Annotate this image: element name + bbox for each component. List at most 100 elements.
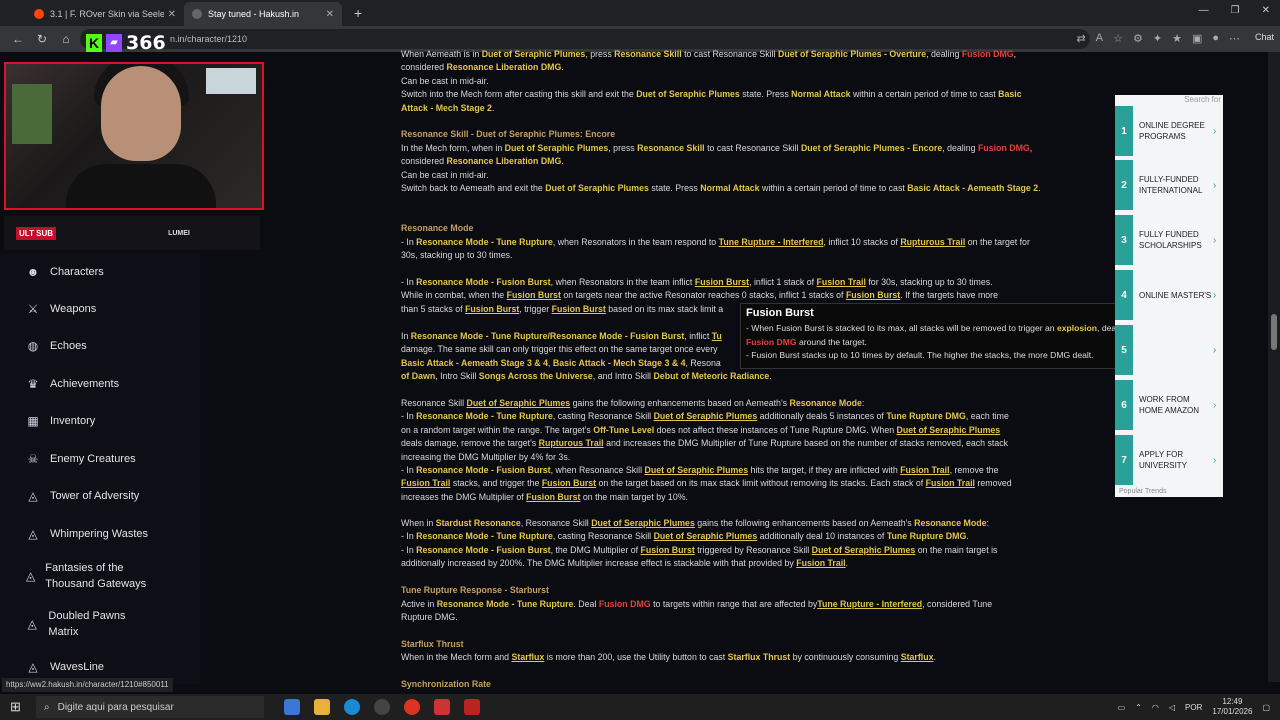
keyword[interactable]: Duet of Seraphic Plumes	[654, 531, 758, 541]
sidebar-item-pawns[interactable]: ◬ Doubled Pawns Matrix	[26, 608, 146, 640]
sidebar-item-inventory[interactable]: ▦ Inventory	[26, 413, 95, 429]
keyword[interactable]: Tu	[712, 331, 722, 341]
minimize-icon[interactable]: —	[1199, 5, 1209, 16]
text-segment: than 5 stacks of	[401, 303, 466, 314]
text-segment: .	[769, 371, 772, 382]
app-icon[interactable]	[434, 699, 450, 715]
keyword[interactable]: Duet of Seraphic Plumes	[897, 425, 1001, 435]
new-tab-button[interactable]: +	[354, 5, 362, 21]
keyword[interactable]: Starflux	[901, 652, 934, 662]
player-icon[interactable]	[404, 699, 420, 715]
keyword[interactable]: Fusion Trail	[401, 478, 450, 488]
keyword[interactable]: Fusion Burst	[526, 492, 580, 502]
keyword[interactable]: Fusion Trail	[796, 558, 845, 568]
keyword: Duet of Seraphic Plumes	[545, 183, 649, 194]
volume-icon[interactable]: ◁	[1169, 703, 1175, 712]
settings-icon[interactable]	[374, 699, 390, 715]
keyword[interactable]: Fusion Burst	[552, 304, 606, 314]
maximize-icon[interactable]: ❐	[1231, 5, 1240, 16]
keyword[interactable]: Fusion Trail	[926, 478, 975, 488]
chevron-up-icon[interactable]: ⌃	[1135, 703, 1142, 712]
text-segment: .	[491, 102, 495, 113]
keyword[interactable]: Starflux	[512, 652, 545, 662]
sidebar-item-echoes[interactable]: ◍ Echoes	[26, 338, 87, 354]
edge-icon[interactable]	[344, 699, 360, 715]
ad-item[interactable]: 1 ONLINE DEGREE PROGRAMS ›	[1115, 106, 1223, 156]
windows-start-icon[interactable]: ⊞	[10, 699, 24, 715]
keyword[interactable]: Duet of Seraphic Plumes	[591, 518, 695, 528]
globe-icon	[192, 9, 202, 19]
keyword[interactable]: Tune Rupture - Interfered	[817, 599, 922, 609]
network-icon[interactable]: ▭	[1118, 703, 1126, 712]
sidebar-item-enemy-creatures[interactable]: ☠ Enemy Creatures	[26, 451, 136, 467]
text-segment: Rupture DMG.	[401, 612, 458, 623]
close-window-icon[interactable]: ✕	[1262, 5, 1270, 16]
keyword[interactable]: Fusion Burst	[507, 290, 561, 300]
clock[interactable]: 12:49 17/01/2026	[1212, 697, 1252, 717]
keyword[interactable]: Fusion Burst	[465, 304, 519, 314]
sidebar-item-wavesline[interactable]: ◬ WavesLine	[26, 659, 104, 675]
notification-icon[interactable]: ▢	[1262, 703, 1270, 712]
ad-item[interactable]: 2 FULLY-FUNDED INTERNATIONAL ›	[1115, 160, 1223, 210]
keyword[interactable]: Duet of Seraphic Plumes	[467, 398, 571, 408]
back-icon[interactable]: ←	[12, 32, 24, 46]
ad-item[interactable]: 5 ›	[1115, 325, 1223, 375]
section-heading: Starflux Thrust	[401, 639, 464, 649]
reader-icon[interactable]: A	[1096, 32, 1103, 45]
tab-reddit[interactable]: 3.1 | F. ROver Skin via Seele : r/Wu ✕	[26, 2, 184, 26]
keyword[interactable]: Fusion Burst	[641, 545, 695, 555]
profile-icon[interactable]: ●	[1212, 32, 1219, 45]
menu-icon[interactable]: ⋯	[1229, 32, 1240, 45]
folder-icon[interactable]	[314, 699, 330, 715]
sidebar-item-achievements[interactable]: ♛ Achievements	[26, 376, 119, 392]
taskbar-search[interactable]: ⌕ Digite aqui para pesquisar	[36, 696, 264, 718]
ad-item[interactable]: 6 WORK FROM HOME AMAZON ›	[1115, 380, 1223, 430]
keyword[interactable]: Fusion Burst	[542, 478, 596, 488]
close-icon[interactable]: ✕	[168, 9, 176, 20]
star-icon[interactable]: ☆	[1113, 32, 1123, 45]
keyword[interactable]: Tune Rupture - Interfered	[719, 237, 824, 247]
keyword[interactable]: Fusion Burst	[846, 290, 900, 300]
text-segment: around the target.	[796, 336, 867, 347]
page-scrollbar[interactable]	[1268, 52, 1280, 682]
reload-icon[interactable]: ↻	[36, 32, 48, 46]
ad-item[interactable]: 3 FULLY FUNDED SCHOLARSHIPS ›	[1115, 215, 1223, 265]
sidebar-item-weapons[interactable]: ⚔ Weapons	[26, 301, 97, 317]
tab-label: Stay tuned - Hakush.in	[208, 9, 300, 19]
extension-icon[interactable]: ⚙	[1133, 32, 1143, 45]
streamer-body	[66, 164, 216, 208]
chat-button[interactable]: Chat	[1255, 32, 1274, 42]
home-icon[interactable]: ⌂	[60, 32, 72, 46]
text-segment: , Resona	[685, 357, 721, 368]
keyword: Resonance Mode	[789, 398, 862, 408]
wifi-icon[interactable]: ◠	[1152, 703, 1159, 712]
sidebar-item-tower[interactable]: ◬ Tower of Adversity	[26, 488, 139, 504]
sidebar-item-wastes[interactable]: ◬ Whimpering Wastes	[26, 526, 148, 542]
language-indicator[interactable]: POR	[1185, 703, 1202, 712]
tab-hakushin[interactable]: Stay tuned - Hakush.in ✕	[184, 2, 342, 26]
favorites-icon[interactable]: ★	[1172, 32, 1182, 45]
keyword[interactable]: Fusion Trail	[900, 465, 949, 475]
text-segment: based on its max stack limit a	[605, 303, 724, 314]
keyword[interactable]: Duet of Seraphic Plumes	[812, 545, 916, 555]
url-field[interactable]: n.in/character/1210	[80, 29, 1090, 49]
stream-bar: ULT SUB LUMEI	[4, 216, 260, 250]
keyword[interactable]: Duet of Seraphic Plumes	[644, 465, 748, 475]
close-icon[interactable]: ✕	[326, 9, 334, 20]
puzzle-icon[interactable]: ✦	[1153, 32, 1162, 45]
keyword[interactable]: Rupturous Trail	[900, 237, 965, 247]
ad-item[interactable]: 7 APPLY FOR UNIVERSITY ›	[1115, 435, 1223, 485]
copilot-icon[interactable]	[284, 699, 300, 715]
keyword[interactable]: Fusion Trail	[817, 277, 866, 287]
twitch-icon: ▰	[106, 34, 122, 52]
ad-item[interactable]: 4 ONLINE MASTER'S ›	[1115, 270, 1223, 320]
collections-icon[interactable]: ▣	[1192, 32, 1202, 45]
sidebar-item-characters[interactable]: ☻ Characters	[26, 264, 104, 280]
game-icon[interactable]	[464, 699, 480, 715]
translate-icon[interactable]: ⇄	[1077, 32, 1086, 45]
sidebar-item-gateways[interactable]: ◬ Fantasies of the Thousand Gateways	[26, 560, 166, 592]
keyword[interactable]: Rupturous Trail	[539, 438, 604, 448]
keyword[interactable]: Duet of Seraphic Plumes	[654, 411, 758, 421]
keyword[interactable]: Fusion Burst	[695, 277, 749, 287]
scrollbar-thumb[interactable]	[1271, 314, 1277, 350]
